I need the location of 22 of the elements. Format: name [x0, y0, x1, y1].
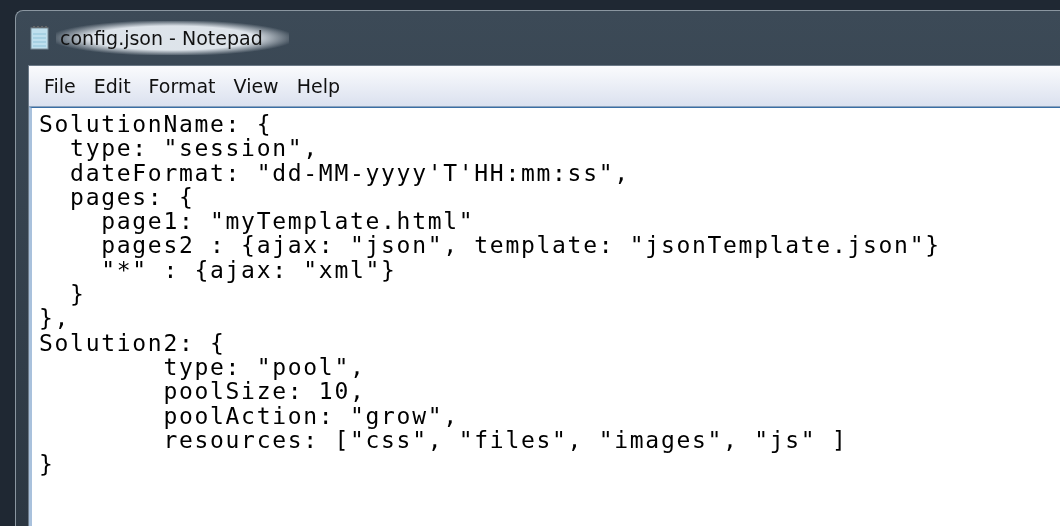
code-line: },: [39, 306, 71, 331]
code-line: type: "pool",: [162, 354, 366, 380]
menu-item[interactable]: View: [224, 75, 288, 97]
code-line: type: "session",: [69, 136, 319, 161]
code-line: pages2 : {ajax: "json", template: "jsonTemplate.json"}: [100, 233, 941, 258]
code-line: poolSize: 10,: [162, 379, 366, 404]
code-line: poolAction: "grow",: [162, 403, 459, 428]
window-title: config.json - Notepad: [56, 21, 289, 55]
code-line: dateFormat: "dd-MM-yyyy'T'HH:mm:ss",: [69, 160, 630, 185]
code-line: page1: "myTemplate.html": [101, 209, 475, 234]
menu-item[interactable]: File: [35, 75, 85, 97]
menu-item[interactable]: Help: [287, 75, 349, 97]
code-line: SolutionName: {: [39, 112, 273, 137]
notepad-icon: [30, 25, 50, 51]
text-editor[interactable]: [29, 107, 1060, 526]
code-line: Solution2: {: [39, 330, 226, 355]
code-line: "*" : {ajax: "xml"}: [100, 257, 397, 283]
code-line: pages: {: [69, 184, 195, 210]
menu-item[interactable]: Format: [139, 75, 225, 97]
code-line: }: [39, 452, 55, 477]
menu-item[interactable]: Edit: [84, 75, 140, 97]
code-line: }: [69, 282, 86, 307]
